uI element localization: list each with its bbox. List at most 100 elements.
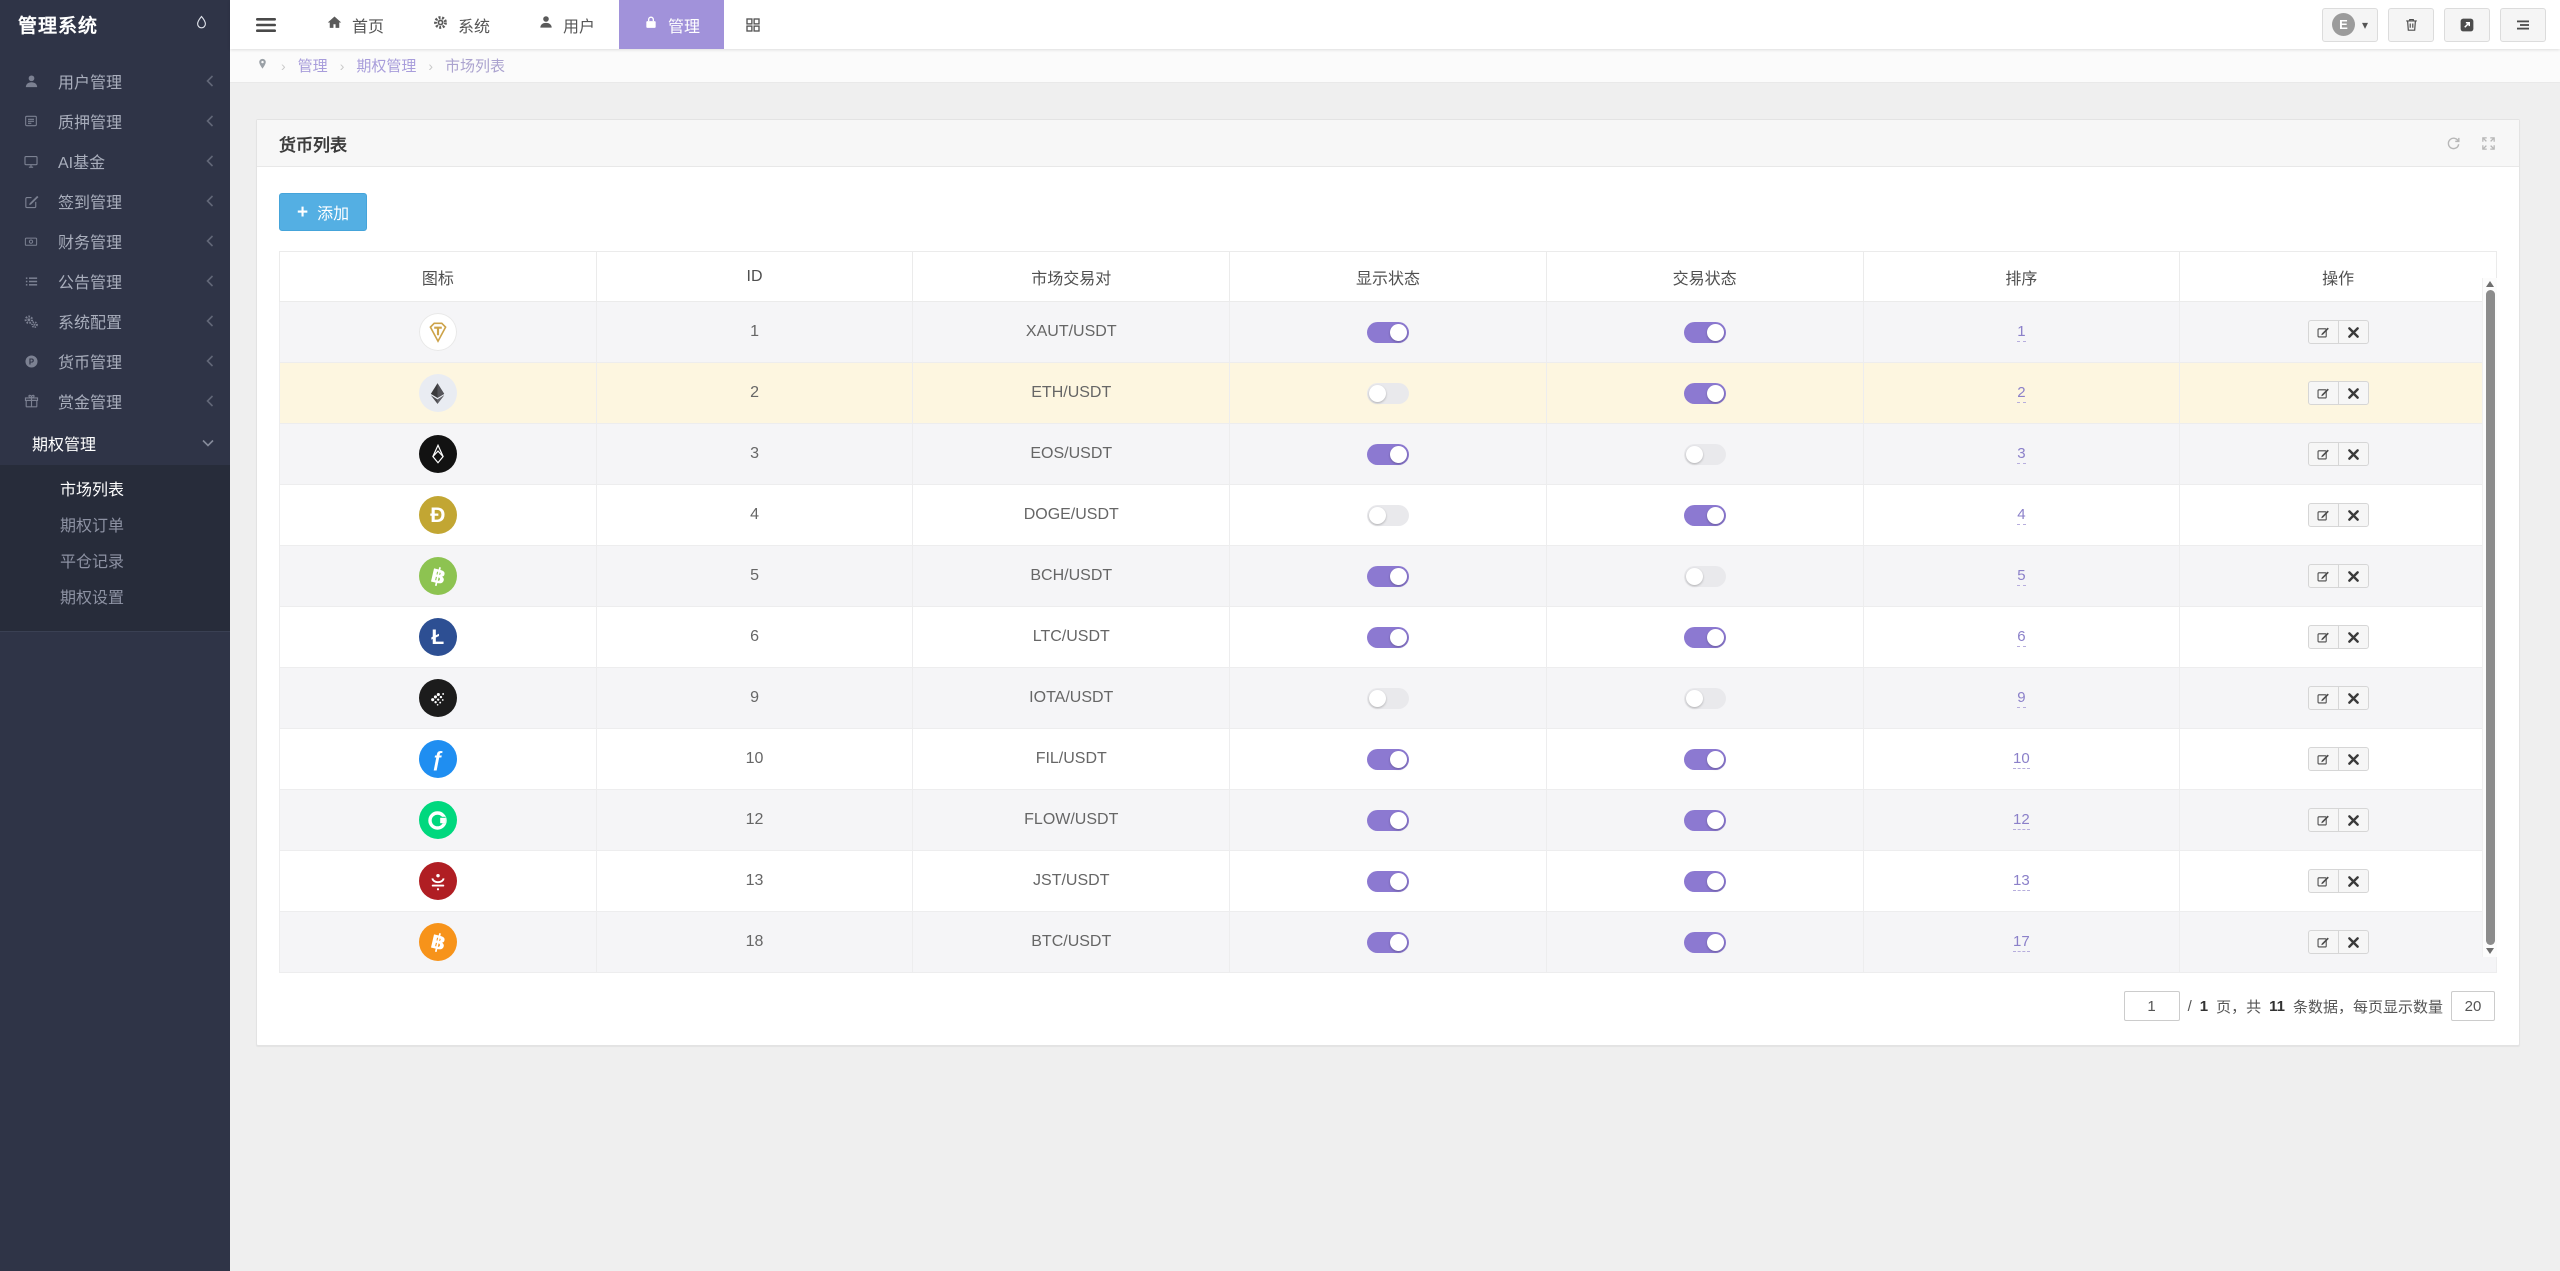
tab-admin[interactable]: 管理 xyxy=(619,0,724,49)
trade-status-toggle[interactable] xyxy=(1684,810,1726,831)
edit-button[interactable] xyxy=(2308,808,2339,832)
sort-value[interactable]: 3 xyxy=(2017,445,2025,464)
edit-button[interactable] xyxy=(2308,503,2339,527)
per-page-input[interactable] xyxy=(2451,991,2495,1021)
eth-icon xyxy=(419,374,457,412)
trade-status-toggle[interactable] xyxy=(1684,688,1726,709)
delete-button[interactable] xyxy=(2338,442,2369,466)
sidebar-item-6[interactable]: 公告管理 xyxy=(0,261,230,301)
pair-cell: XAUT/USDT xyxy=(913,302,1230,363)
delete-button[interactable] xyxy=(2338,625,2369,649)
delete-button[interactable] xyxy=(2338,381,2369,405)
sidebar-item-5[interactable]: 财务管理 xyxy=(0,221,230,261)
delete-button[interactable] xyxy=(2338,686,2369,710)
delete-button[interactable] xyxy=(2338,320,2369,344)
edit-button[interactable] xyxy=(2308,381,2339,405)
trade-status-toggle[interactable] xyxy=(1684,749,1726,770)
sort-value[interactable]: 17 xyxy=(2013,933,2030,952)
export-icon[interactable] xyxy=(2444,8,2490,42)
sort-value[interactable]: 13 xyxy=(2013,872,2030,891)
edit-button[interactable] xyxy=(2308,930,2339,954)
trade-status-toggle[interactable] xyxy=(1684,505,1726,526)
submenu-item-2[interactable]: 期权订单 xyxy=(0,509,230,545)
trade-status-toggle[interactable] xyxy=(1684,932,1726,953)
sidebar-item-3[interactable]: AI基金 xyxy=(0,141,230,181)
menu-lines-icon[interactable] xyxy=(2500,8,2546,42)
display-status-toggle[interactable] xyxy=(1367,444,1409,465)
edit-button[interactable] xyxy=(2308,320,2339,344)
delete-button[interactable] xyxy=(2338,564,2369,588)
trade-status-toggle[interactable] xyxy=(1684,566,1726,587)
display-status-toggle[interactable] xyxy=(1367,566,1409,587)
edit-button[interactable] xyxy=(2308,747,2339,771)
trade-status-toggle[interactable] xyxy=(1684,322,1726,343)
submenu-item-1[interactable]: 市场列表 xyxy=(0,473,230,509)
sidebar-item-4[interactable]: 签到管理 xyxy=(0,181,230,221)
grid-icon[interactable] xyxy=(724,0,782,49)
sort-value[interactable]: 5 xyxy=(2017,567,2025,586)
trade-status-toggle[interactable] xyxy=(1684,627,1726,648)
display-status-toggle[interactable] xyxy=(1367,871,1409,892)
delete-button[interactable] xyxy=(2338,747,2369,771)
edit-button[interactable] xyxy=(2308,686,2339,710)
sort-value[interactable]: 6 xyxy=(2017,628,2025,647)
tab-home[interactable]: 首页 xyxy=(302,0,408,49)
avatar: E xyxy=(2332,13,2355,36)
user-menu-button[interactable]: E ▾ xyxy=(2322,8,2378,42)
sort-value[interactable]: 4 xyxy=(2017,506,2025,525)
breadcrumb-link-options[interactable]: 期权管理 xyxy=(356,55,416,76)
display-status-toggle[interactable] xyxy=(1367,505,1409,526)
sort-value[interactable]: 12 xyxy=(2013,811,2030,830)
sidebar-item-9[interactable]: 赏金管理 xyxy=(0,381,230,421)
delete-button[interactable] xyxy=(2338,869,2369,893)
trash-icon[interactable] xyxy=(2388,8,2434,42)
trade-status-toggle-cell xyxy=(1546,729,1863,790)
sidebar-item-2[interactable]: 质押管理 xyxy=(0,101,230,141)
display-status-toggle[interactable] xyxy=(1367,749,1409,770)
trade-status-toggle[interactable] xyxy=(1684,444,1726,465)
tab-label: 系统 xyxy=(458,13,490,37)
sort-value[interactable]: 2 xyxy=(2017,384,2025,403)
add-button[interactable]: + 添加 xyxy=(279,193,367,231)
sort-value[interactable]: 1 xyxy=(2017,323,2025,342)
table-scrollbar[interactable] xyxy=(2482,278,2497,957)
tab-user[interactable]: 用户 xyxy=(514,0,619,49)
trade-status-toggle[interactable] xyxy=(1684,383,1726,404)
display-status-toggle[interactable] xyxy=(1367,810,1409,831)
trade-status-toggle[interactable] xyxy=(1684,871,1726,892)
edit-button[interactable] xyxy=(2308,625,2339,649)
delete-button[interactable] xyxy=(2338,808,2369,832)
app-title: 管理系统 xyxy=(18,11,98,38)
sort-value[interactable]: 9 xyxy=(2017,689,2025,708)
display-status-toggle[interactable] xyxy=(1367,627,1409,648)
display-status-toggle[interactable] xyxy=(1367,932,1409,953)
sort-value[interactable]: 10 xyxy=(2013,750,2030,769)
breadcrumb-link-admin[interactable]: 管理 xyxy=(298,55,328,76)
display-status-toggle[interactable] xyxy=(1367,688,1409,709)
scrollbar-thumb[interactable] xyxy=(2486,290,2495,945)
tab-system[interactable]: 系统 xyxy=(408,0,514,49)
xaut-icon xyxy=(419,313,457,351)
scroll-up-icon[interactable] xyxy=(2486,281,2494,287)
display-status-toggle[interactable] xyxy=(1367,322,1409,343)
sidebar-item-7[interactable]: 系统配置 xyxy=(0,301,230,341)
sidebar-item-1[interactable]: 用户管理 xyxy=(0,61,230,101)
refresh-icon[interactable] xyxy=(2445,135,2462,152)
submenu-item-3[interactable]: 平仓记录 xyxy=(0,545,230,581)
page-input[interactable] xyxy=(2124,991,2180,1021)
display-status-toggle[interactable] xyxy=(1367,383,1409,404)
id-cell: 1 xyxy=(596,302,913,363)
edit-button[interactable] xyxy=(2308,869,2339,893)
op-cell xyxy=(2180,851,2497,912)
fullscreen-icon[interactable] xyxy=(2480,135,2497,152)
edit-button[interactable] xyxy=(2308,564,2339,588)
delete-button[interactable] xyxy=(2338,930,2369,954)
scroll-down-icon[interactable] xyxy=(2486,948,2494,954)
edit-button[interactable] xyxy=(2308,442,2339,466)
submenu-item-4[interactable]: 期权设置 xyxy=(0,581,230,617)
delete-button[interactable] xyxy=(2338,503,2369,527)
sidebar-item-8[interactable]: P货币管理 xyxy=(0,341,230,381)
hamburger-icon[interactable] xyxy=(230,0,302,49)
bounty-icon xyxy=(20,392,42,410)
sidebar-item-options[interactable]: 期权管理 xyxy=(0,421,230,465)
